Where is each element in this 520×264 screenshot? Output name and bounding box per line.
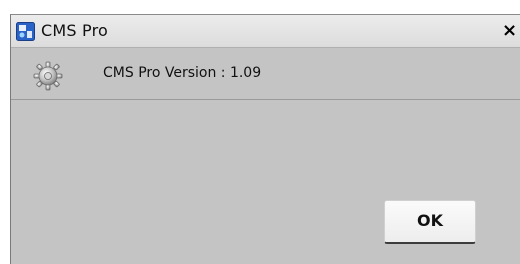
about-dialog-window: CMS Pro × CMS Pro Version: 1.09 OK bbox=[10, 14, 520, 264]
window-title: CMS Pro bbox=[41, 21, 109, 40]
version-header: CMS Pro Version : 1.09 bbox=[11, 49, 520, 100]
version-label: CMS Pro Version : 1.09 bbox=[103, 65, 262, 81]
cms-pro-app-icon bbox=[16, 22, 35, 41]
title-bar[interactable]: CMS Pro × bbox=[11, 15, 520, 48]
close-button[interactable]: × bbox=[502, 19, 520, 43]
ok-button[interactable]: OK bbox=[384, 200, 476, 244]
gear-icon bbox=[33, 61, 63, 91]
